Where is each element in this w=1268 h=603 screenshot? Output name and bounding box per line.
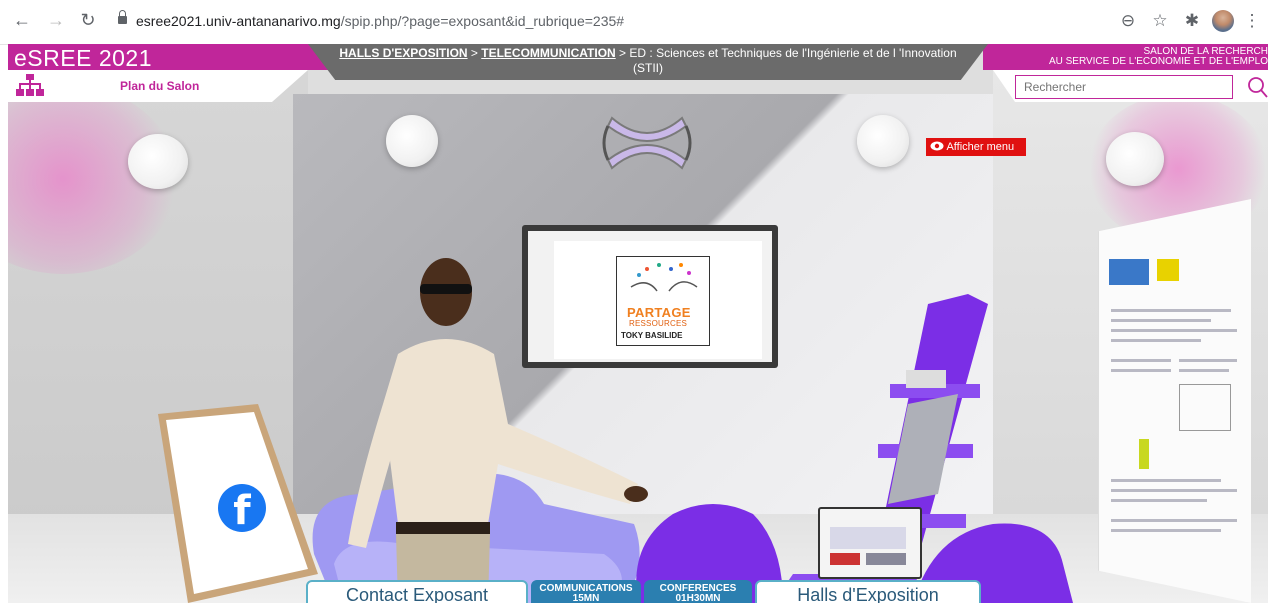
wall-lamp bbox=[386, 115, 438, 167]
wall-lamp-right bbox=[1106, 132, 1164, 186]
sitemap-icon[interactable] bbox=[16, 74, 44, 96]
lock-icon bbox=[118, 10, 127, 24]
profile-avatar[interactable] bbox=[1212, 10, 1234, 32]
show-menu-button[interactable]: Afficher menu bbox=[926, 138, 1026, 156]
facebook-icon[interactable]: f bbox=[218, 484, 266, 534]
ceiling-decoration-icon bbox=[602, 116, 692, 170]
browser-toolbar: ← → ↻ esree2021.univ-antananarivo.mg/spi… bbox=[0, 0, 1268, 45]
laptop bbox=[818, 507, 922, 579]
site-slogan: SALON DE LA RECHERCH AU SERVICE DE L'ECO… bbox=[1048, 46, 1268, 67]
wall-lamp bbox=[857, 115, 909, 167]
web-page: PARTAGE RESSOURCES TOKY BASILIDE f eSREE… bbox=[8, 44, 1268, 603]
contact-exposant-button[interactable]: Contact Exposant bbox=[306, 580, 528, 603]
search-icon[interactable] bbox=[1246, 75, 1268, 99]
bookmark-star-icon[interactable]: ☆ bbox=[1150, 11, 1170, 31]
eye-icon bbox=[930, 141, 944, 151]
wall-lamp-left bbox=[128, 134, 188, 189]
plan-du-salon-link[interactable]: Plan du Salon bbox=[120, 79, 199, 93]
breadcrumb: HALLS D'EXPOSITION > TELECOMMUNICATION >… bbox=[339, 46, 957, 75]
conferences-button[interactable]: CONFERENCES 01H30MN bbox=[644, 580, 752, 603]
more-menu-icon[interactable]: ⋮ bbox=[1242, 11, 1262, 31]
communications-button[interactable]: COMMUNICATIONS 15MN bbox=[531, 580, 641, 603]
url-text: esree2021.univ-antananarivo.mg/spip.php/… bbox=[136, 13, 625, 29]
forward-icon[interactable]: → bbox=[46, 10, 66, 30]
site-logo[interactable]: eSREE 2021 bbox=[14, 45, 152, 72]
exhibitor-person bbox=[348, 258, 648, 603]
extensions-icon[interactable]: ✱ bbox=[1182, 11, 1202, 31]
breadcrumb-current: ED : Sciences et Techniques de l'Ingénie… bbox=[629, 46, 957, 75]
address-bar[interactable]: esree2021.univ-antananarivo.mg/spip.php/… bbox=[106, 7, 1146, 37]
zoom-icon[interactable]: ⊖ bbox=[1118, 11, 1138, 31]
breadcrumb-telecommunication-link[interactable]: TELECOMMUNICATION bbox=[481, 46, 615, 60]
breadcrumb-halls-link[interactable]: HALLS D'EXPOSITION bbox=[339, 46, 467, 60]
search-input[interactable] bbox=[1015, 75, 1233, 99]
reload-icon[interactable]: ↻ bbox=[78, 10, 98, 30]
back-icon[interactable]: ← bbox=[12, 10, 32, 30]
halls-exposition-button[interactable]: Halls d'Exposition bbox=[755, 580, 981, 603]
virtual-stand-scene: PARTAGE RESSOURCES TOKY BASILIDE f bbox=[8, 44, 1268, 603]
research-poster bbox=[1098, 199, 1251, 603]
